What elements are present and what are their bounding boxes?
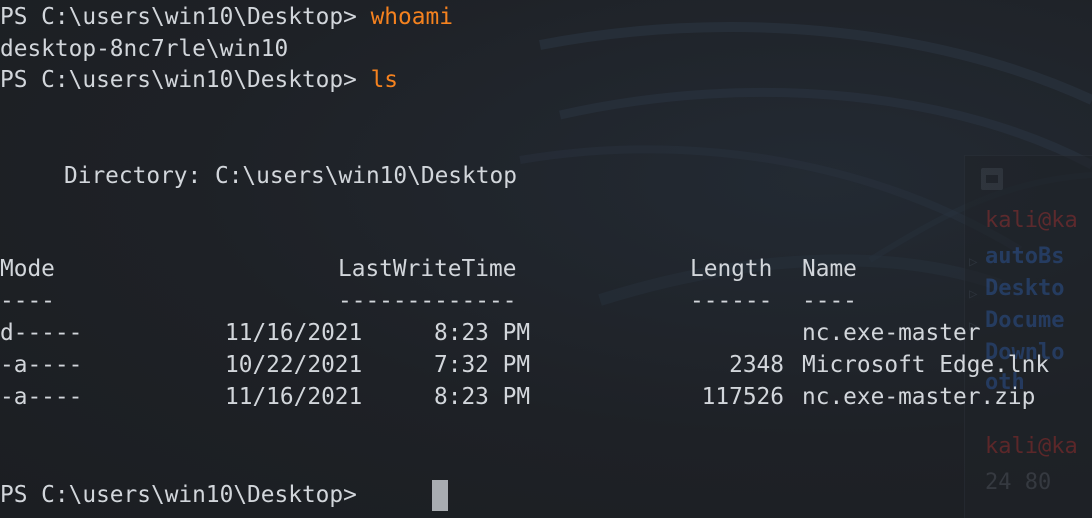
column-header-mode: Mode xyxy=(0,256,55,282)
prompt-line: PS C:\users\win10\Desktop> ls xyxy=(0,65,398,95)
folder-icon: ▷ xyxy=(969,254,978,270)
row-length: 2348 xyxy=(729,352,784,378)
header-underline: ------------- xyxy=(338,288,517,314)
bg-dir: autoBs xyxy=(985,244,1065,269)
header-underline: ---- xyxy=(0,288,55,314)
background-terminal-window: kali@ka ▷ autoBs ▷ Deskto ▷ Docume Downl… xyxy=(964,155,1092,518)
bg-prompt: kali@ka xyxy=(985,208,1078,233)
command-text: whoami xyxy=(370,4,453,30)
prompt-line: PS C:\users\win10\Desktop> whoami xyxy=(0,2,453,32)
bg-dir: Deskto xyxy=(985,276,1065,301)
row-mode: -a---- xyxy=(0,352,83,378)
row-mode: -a---- xyxy=(0,384,83,410)
text-cursor[interactable] xyxy=(432,480,448,511)
bg-prompt: kali@ka xyxy=(985,434,1078,459)
row-name: nc.exe-master xyxy=(802,320,981,346)
command-text: ls xyxy=(370,67,399,93)
prompt: PS C:\users\win10\Desktop> xyxy=(0,482,371,508)
terminal-icon xyxy=(981,168,1003,190)
column-header-name: Name xyxy=(802,256,857,282)
prompt: PS C:\users\win10\Desktop> xyxy=(0,4,371,30)
row-time: 8:23 PM xyxy=(434,320,531,346)
row-date: 10/22/2021 xyxy=(225,352,363,378)
row-time: 7:32 PM xyxy=(434,352,531,378)
bg-size-readout: 24 80 xyxy=(985,470,1052,495)
column-header-lastwritetime: LastWriteTime xyxy=(338,256,517,282)
prompt: PS C:\users\win10\Desktop> xyxy=(0,67,371,93)
header-underline: ------ xyxy=(690,288,773,314)
row-mode: d----- xyxy=(0,320,83,346)
row-name: Microsoft Edge.lnk xyxy=(802,352,1050,378)
row-length: 117526 xyxy=(701,384,784,410)
directory-heading: Directory: C:\users\win10\Desktop xyxy=(64,163,517,189)
folder-icon: ▷ xyxy=(969,286,978,302)
prompt-line[interactable]: PS C:\users\win10\Desktop> xyxy=(0,480,371,510)
row-name: nc.exe-master.zip xyxy=(802,384,1036,410)
command-output: desktop-8nc7rle\win10 xyxy=(0,36,289,62)
row-time: 8:23 PM xyxy=(434,384,531,410)
row-date: 11/16/2021 xyxy=(225,320,363,346)
row-date: 11/16/2021 xyxy=(225,384,363,410)
bg-dir: Docume xyxy=(985,308,1065,333)
column-header-length: Length xyxy=(690,256,773,282)
terminal-window[interactable]: kali@ka ▷ autoBs ▷ Deskto ▷ Docume Downl… xyxy=(0,0,1092,518)
header-underline: ---- xyxy=(802,288,857,314)
